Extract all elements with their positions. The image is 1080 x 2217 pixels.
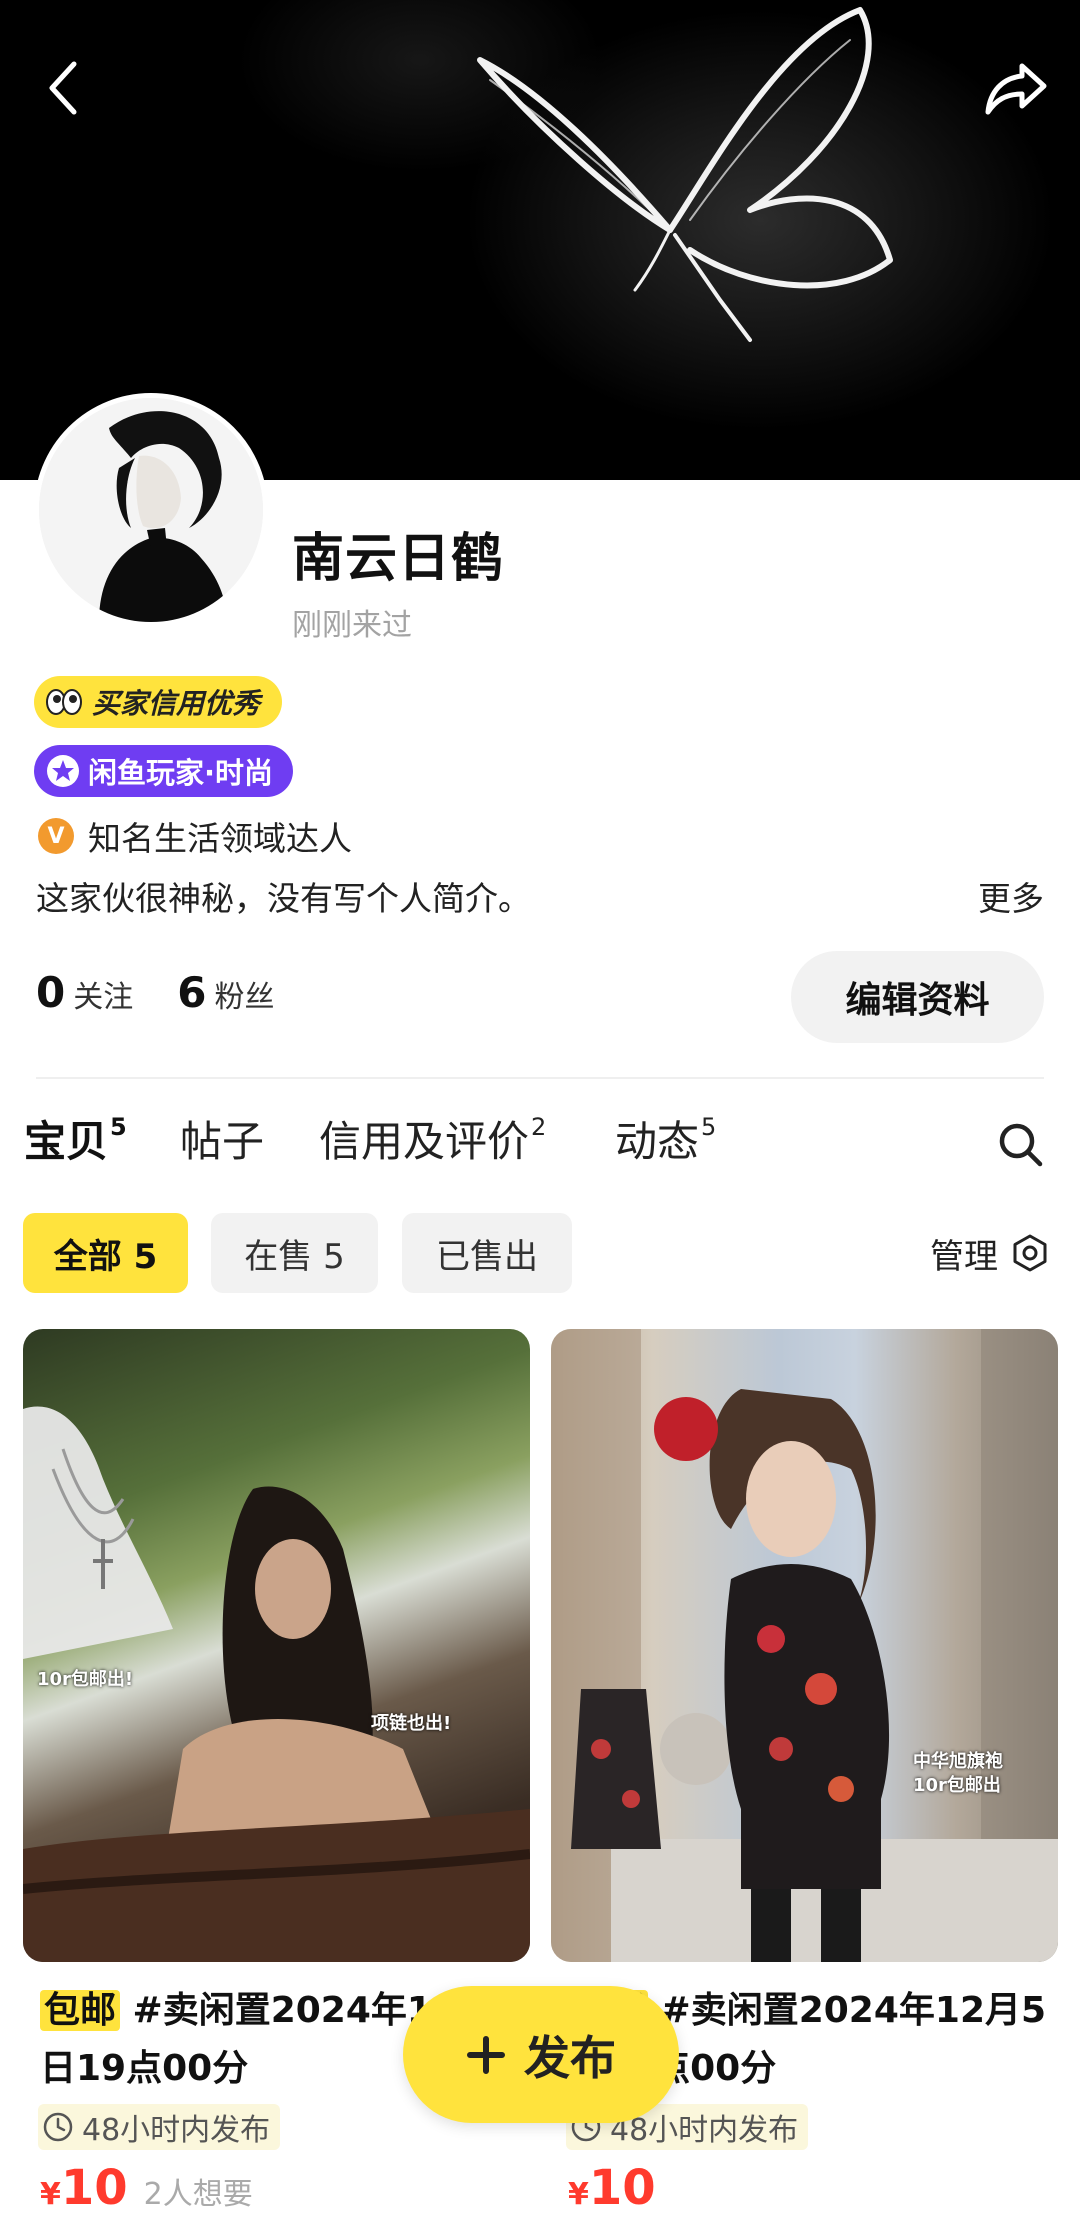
followers-count[interactable]: 6 xyxy=(177,968,206,1017)
share-icon xyxy=(985,63,1047,115)
bio-text: 这家伙很神秘，没有写个人简介。 xyxy=(36,879,531,918)
filter-on-sale[interactable]: 在售 5 xyxy=(211,1213,378,1293)
user-name: 南云日鹤 xyxy=(292,529,505,589)
free-shipping-tag: 包邮 xyxy=(40,1990,121,2031)
necklace-display-illustration xyxy=(23,1406,530,1962)
tab-items[interactable]: 宝贝5 xyxy=(22,1108,127,1169)
publish-time-note: 48小时内发布 xyxy=(38,2104,281,2150)
settings-hex-icon xyxy=(1013,1234,1047,1272)
currency-symbol: ¥ xyxy=(40,2177,61,2212)
credit-badge-label: 买家信用优秀 xyxy=(92,687,261,720)
player-badge[interactable]: 闲鱼玩家·时尚 xyxy=(34,745,294,797)
avatar-illustration xyxy=(39,398,263,622)
tab-activity-label: 动态 xyxy=(615,1117,700,1166)
tab-activity[interactable]: 动态5 xyxy=(615,1108,716,1169)
product-image[interactable]: 中华旭旗袍 10r包邮出 xyxy=(551,1329,1058,1962)
back-button[interactable] xyxy=(24,48,104,128)
follow-stats: 0 关注 6 粉丝 xyxy=(36,968,318,1017)
divider xyxy=(36,1077,1044,1079)
product-price: ¥ 10 2人想要 xyxy=(40,2160,253,2216)
qipao-model-illustration xyxy=(551,1329,1058,1962)
clock-icon xyxy=(43,2112,73,2142)
edit-profile-button[interactable]: 编辑资料 xyxy=(791,951,1044,1043)
star-badge-icon xyxy=(47,755,79,787)
last-seen-text: 刚刚来过 xyxy=(292,608,412,643)
wants-count: 2人想要 xyxy=(143,2177,253,2212)
product-price: ¥ 10 xyxy=(568,2160,656,2216)
plus-icon xyxy=(467,2035,505,2074)
tab-credit-reviews[interactable]: 信用及评价2 xyxy=(319,1108,546,1169)
tab-items-count: 5 xyxy=(110,1113,127,1141)
tab-credit-reviews-label: 信用及评价 xyxy=(319,1117,530,1166)
tab-posts-label: 帖子 xyxy=(180,1117,265,1166)
tab-activity-count: 5 xyxy=(701,1113,717,1141)
product-image[interactable]: 10r包邮出! 项链也出! xyxy=(23,1329,530,1962)
manage-label: 管理 xyxy=(930,1236,998,1277)
following-label[interactable]: 关注 xyxy=(73,972,133,1016)
search-icon xyxy=(999,1123,1043,1167)
expert-certification[interactable]: V 知名生活领域达人 xyxy=(38,812,352,860)
currency-symbol: ¥ xyxy=(568,2177,589,2212)
share-button[interactable] xyxy=(976,48,1056,128)
credit-badge[interactable]: 买家信用优秀 xyxy=(34,676,283,728)
avatar[interactable] xyxy=(34,393,268,627)
price-value: 10 xyxy=(60,2160,128,2216)
player-badge-label: 闲鱼玩家·时尚 xyxy=(88,756,274,790)
search-button[interactable] xyxy=(990,1114,1050,1174)
tab-posts[interactable]: 帖子 xyxy=(180,1108,264,1169)
image-caption: 项链也出! xyxy=(371,1713,452,1734)
publish-button[interactable]: 发布 xyxy=(403,1986,679,2123)
butterfly-icon xyxy=(477,7,893,342)
tab-items-label: 宝贝 xyxy=(24,1117,109,1166)
expert-title: 知名生活领域达人 xyxy=(88,819,352,858)
manage-button[interactable]: 管理 xyxy=(930,1220,1050,1286)
followers-label[interactable]: 粉丝 xyxy=(214,972,274,1016)
image-caption: 中华旭旗袍 xyxy=(913,1751,1003,1772)
publish-label: 发布 xyxy=(524,2030,616,2085)
image-caption: 10r包邮出! xyxy=(37,1669,134,1690)
filter-sold[interactable]: 已售出 xyxy=(402,1213,572,1293)
publish-time-text: 48小时内发布 xyxy=(82,2113,271,2148)
following-count[interactable]: 0 xyxy=(36,968,65,1017)
filter-all[interactable]: 全部 5 xyxy=(23,1213,188,1293)
tab-credit-reviews-count: 2 xyxy=(531,1113,547,1141)
verified-v-icon: V xyxy=(38,818,74,854)
image-caption: 10r包邮出 xyxy=(913,1775,1001,1796)
chevron-left-icon xyxy=(49,61,77,115)
more-link[interactable]: 更多 xyxy=(978,872,1044,920)
eyes-icon xyxy=(46,689,82,715)
price-value: 10 xyxy=(588,2160,656,2216)
